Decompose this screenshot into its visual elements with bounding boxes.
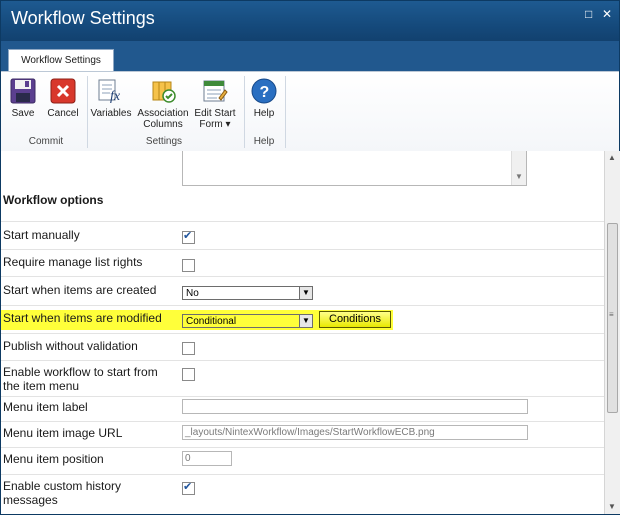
description-textarea[interactable]: ▼ bbox=[182, 151, 527, 186]
edit-start-label-1: Edit Start bbox=[194, 108, 236, 119]
vertical-scrollbar[interactable]: ▲ ≡ ▼ bbox=[604, 151, 620, 514]
start-modified-value: Conditional bbox=[186, 316, 237, 327]
help-icon: ? bbox=[251, 78, 277, 104]
enable-item-menu-checkbox[interactable] bbox=[182, 368, 195, 381]
publish-checkbox[interactable] bbox=[182, 342, 195, 355]
cancel-button[interactable]: Cancel bbox=[45, 78, 81, 119]
custom-history-label-1: Enable custom history bbox=[3, 479, 122, 493]
help-label: Help bbox=[253, 108, 275, 119]
menu-item-label-input[interactable] bbox=[182, 399, 528, 414]
edit-start-form-icon bbox=[203, 80, 228, 102]
menu-item-image-url-input[interactable]: _layouts/NintexWorkflow/Images/StartWork… bbox=[182, 425, 528, 440]
custom-history-checkbox[interactable]: ✔ bbox=[182, 481, 195, 495]
restore-icon[interactable]: □ bbox=[585, 8, 592, 20]
association-columns-icon bbox=[152, 81, 176, 103]
option-row: Start manually ✔ bbox=[1, 221, 604, 250]
chevron-down-icon[interactable]: ▼ bbox=[299, 315, 312, 327]
edit-start-label-2: Form ▾ bbox=[199, 119, 231, 130]
menu-item-label-label: Menu item label bbox=[3, 400, 88, 414]
option-row: Menu item label bbox=[1, 396, 604, 422]
require-rights-checkbox[interactable] bbox=[182, 259, 195, 272]
check-icon: ✔ bbox=[183, 230, 193, 242]
grip-icon: ≡ bbox=[609, 310, 614, 319]
option-row: Menu item position 0 bbox=[1, 447, 604, 475]
save-button[interactable]: Save bbox=[7, 78, 39, 119]
scroll-down-icon[interactable]: ▼ bbox=[608, 502, 616, 511]
start-manually-label: Start manually bbox=[3, 228, 80, 242]
ribbon-separator bbox=[244, 76, 245, 148]
save-icon bbox=[10, 78, 36, 104]
settings-content: ▼ Workflow options Start manually ✔ Requ… bbox=[1, 151, 604, 514]
enable-item-menu-label-2: the item menu bbox=[3, 379, 80, 393]
start-modified-select[interactable]: Conditional ▼ bbox=[182, 314, 313, 328]
close-icon[interactable]: ✕ bbox=[602, 8, 612, 20]
require-rights-label: Require manage list rights bbox=[3, 255, 143, 269]
cancel-icon bbox=[50, 78, 76, 104]
association-label-2: Columns bbox=[143, 119, 183, 130]
variables-icon: fx bbox=[98, 79, 121, 104]
conditions-button[interactable]: Conditions bbox=[319, 311, 391, 328]
menu-item-position-label: Menu item position bbox=[3, 452, 104, 466]
option-row: Enable workflow to start from the item m… bbox=[1, 360, 604, 397]
group-label-commit: Commit bbox=[28, 136, 64, 147]
custom-history-label-2: messages bbox=[3, 493, 58, 507]
scrollbar-thumb[interactable]: ≡ bbox=[607, 223, 618, 413]
start-modified-label: Start when items are modified bbox=[3, 311, 162, 325]
option-row: Start when items are created No ▼ bbox=[1, 276, 604, 306]
publish-label: Publish without validation bbox=[3, 339, 138, 353]
ribbon-separator bbox=[285, 76, 286, 148]
textarea-scrollbar[interactable]: ▼ bbox=[511, 151, 526, 185]
group-label-settings: Settings bbox=[145, 136, 183, 147]
scroll-down-icon[interactable]: ▼ bbox=[515, 172, 523, 181]
cancel-label: Cancel bbox=[47, 108, 79, 119]
variables-label: Variables bbox=[90, 108, 132, 119]
start-created-select[interactable]: No ▼ bbox=[182, 286, 313, 300]
svg-text:fx: fx bbox=[110, 89, 121, 104]
option-row: Require manage list rights bbox=[1, 249, 604, 277]
dialog-title: Workflow Settings bbox=[11, 8, 155, 28]
ribbon: Save Cancel fx Variables Association Col… bbox=[1, 71, 619, 153]
chevron-down-icon[interactable]: ▼ bbox=[299, 287, 312, 299]
title-bar: Workflow Settings □ ✕ bbox=[1, 1, 619, 41]
option-row: Enable custom history messages ✔ bbox=[1, 474, 604, 514]
option-row: Menu item image URL _layouts/NintexWorkf… bbox=[1, 421, 604, 448]
enable-item-menu-label: Enable workflow to start from the item m… bbox=[3, 365, 158, 393]
help-button[interactable]: ? Help bbox=[249, 78, 279, 119]
menu-item-image-url-label: Menu item image URL bbox=[3, 426, 123, 440]
save-label: Save bbox=[11, 108, 35, 119]
association-columns-button[interactable]: Association Columns bbox=[135, 78, 191, 130]
ribbon-separator bbox=[87, 76, 88, 148]
option-row: Start when items are modified Conditiona… bbox=[1, 305, 604, 334]
group-label-help: Help bbox=[253, 136, 275, 147]
association-label-1: Association bbox=[137, 108, 189, 119]
start-created-label: Start when items are created bbox=[3, 283, 157, 297]
option-row: Publish without validation bbox=[1, 333, 604, 361]
edit-start-form-button[interactable]: Edit Start Form ▾ bbox=[193, 78, 237, 130]
enable-item-menu-label-1: Enable workflow to start from bbox=[3, 365, 158, 379]
section-heading: Workflow options bbox=[3, 193, 104, 207]
workflow-settings-dialog: Workflow Settings □ ✕ Workflow Settings … bbox=[0, 0, 620, 515]
menu-item-position-input[interactable]: 0 bbox=[182, 451, 232, 466]
scroll-up-icon[interactable]: ▲ bbox=[608, 153, 616, 162]
start-manually-checkbox[interactable]: ✔ bbox=[182, 230, 195, 244]
svg-text:?: ? bbox=[260, 84, 270, 101]
custom-history-label: Enable custom history messages bbox=[3, 479, 121, 507]
variables-button[interactable]: fx Variables bbox=[89, 78, 133, 119]
tab-workflow-settings[interactable]: Workflow Settings bbox=[8, 49, 114, 73]
start-created-value: No bbox=[186, 288, 199, 299]
check-icon: ✔ bbox=[183, 481, 193, 493]
